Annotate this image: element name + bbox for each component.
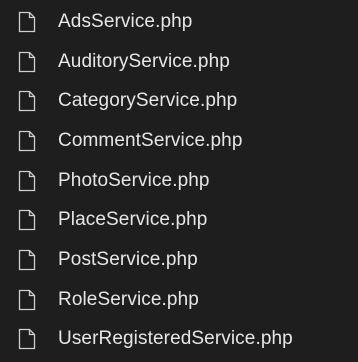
file-item[interactable]: CategoryService.php	[0, 81, 358, 121]
file-name: AuditoryService.php	[58, 50, 230, 72]
file-icon	[18, 328, 36, 350]
file-item[interactable]: PhotoService.php	[0, 161, 358, 201]
file-name: CommentService.php	[58, 129, 243, 151]
file-item[interactable]: CommentService.php	[0, 121, 358, 161]
file-name: PostService.php	[58, 248, 198, 270]
file-icon	[18, 90, 36, 112]
file-icon	[18, 51, 36, 73]
file-icon	[18, 11, 36, 33]
file-name: CategoryService.php	[58, 90, 238, 112]
file-name: PhotoService.php	[58, 169, 210, 191]
file-item[interactable]: RoleService.php	[0, 280, 358, 320]
file-item[interactable]: PostService.php	[0, 240, 358, 280]
file-icon	[18, 209, 36, 231]
file-name: PlaceService.php	[58, 209, 208, 231]
file-item[interactable]: UserRegisteredService.php	[0, 320, 358, 360]
file-explorer-list: AdsService.php AuditoryService.php Categ…	[0, 0, 358, 362]
file-item[interactable]: AdsService.php	[0, 2, 358, 42]
file-name: UserRegisteredService.php	[58, 328, 293, 350]
file-item[interactable]: PlaceService.php	[0, 200, 358, 240]
file-icon	[18, 249, 36, 271]
file-item[interactable]: AuditoryService.php	[0, 42, 358, 82]
file-name: RoleService.php	[58, 288, 199, 310]
file-icon	[18, 289, 36, 311]
file-icon	[18, 130, 36, 152]
file-name: AdsService.php	[58, 10, 193, 32]
file-icon	[18, 170, 36, 192]
